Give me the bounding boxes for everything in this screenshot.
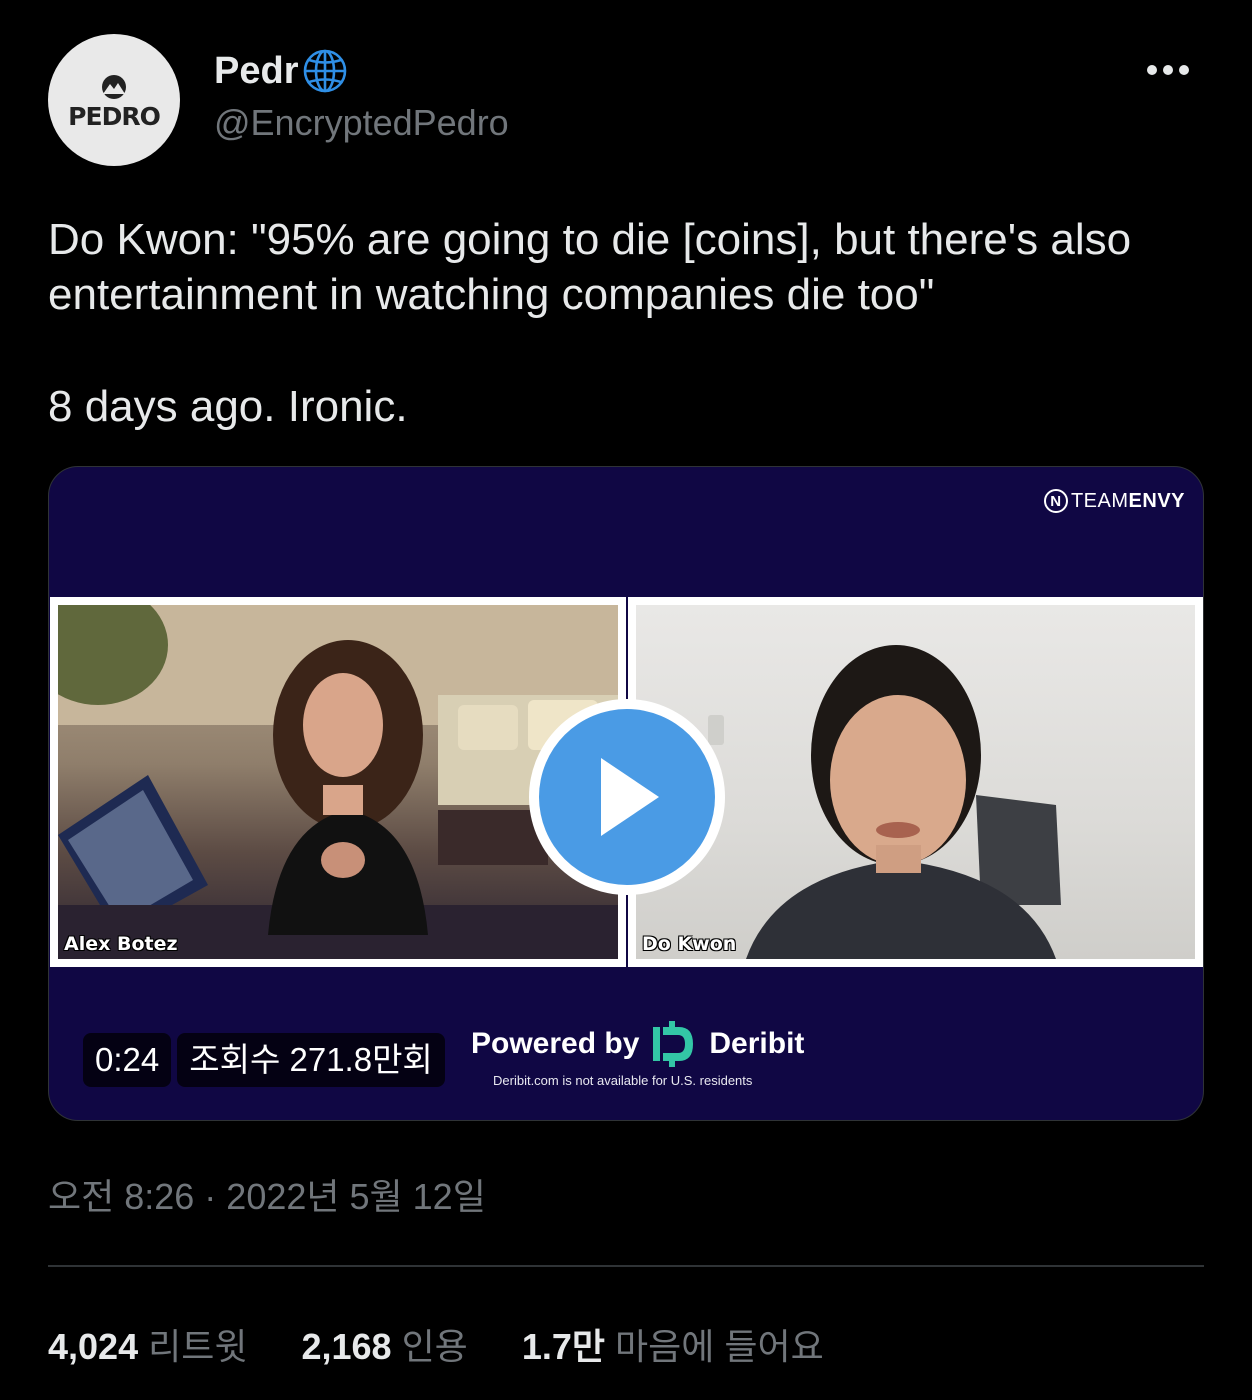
likes-stat[interactable]: 1.7만 마음에 들어요 bbox=[522, 1318, 824, 1370]
views-badge: 조회수 271.8만회 bbox=[177, 1033, 445, 1087]
likes-count: 1.7만 bbox=[521, 1326, 605, 1367]
tweet-text: Do Kwon: "95% are going to die [coins], … bbox=[48, 212, 1198, 434]
left-caption: Alex Botez bbox=[64, 933, 178, 955]
tweet-timestamp[interactable]: 오전 8:26 · 2022년 5월 12일 bbox=[48, 1168, 486, 1220]
mountain-logo-icon bbox=[102, 74, 126, 99]
video-badges: 0:24 조회수 271.8만회 bbox=[83, 1033, 445, 1087]
author-display-name[interactable]: Pedr bbox=[214, 50, 298, 93]
author-handle[interactable]: @EncryptedPedro bbox=[214, 102, 509, 144]
tweet-line-comment: 8 days ago. Ironic. bbox=[48, 382, 408, 431]
quotes-stat[interactable]: 2,168 인용 bbox=[301, 1318, 467, 1370]
engagement-stats: 4,024 리트윗 2,168 인용 1.7만 마음에 들어요 bbox=[48, 1318, 878, 1370]
globe-icon bbox=[304, 49, 347, 93]
team-envy-icon: N bbox=[1043, 489, 1068, 513]
duration-badge: 0:24 bbox=[83, 1033, 172, 1087]
avatar[interactable]: PEDRO bbox=[48, 34, 180, 166]
team-envy-logo: N TEAM ENVY bbox=[1043, 489, 1185, 513]
play-button-inner[interactable] bbox=[539, 709, 715, 885]
retweets-label: 리트윗 bbox=[148, 1326, 248, 1367]
team-logo-text-b: ENVY bbox=[1128, 489, 1185, 512]
quotes-count: 2,168 bbox=[301, 1326, 392, 1367]
more-options-icon[interactable] bbox=[1144, 62, 1192, 78]
play-icon bbox=[601, 758, 659, 836]
tweet-line-quote: Do Kwon: "95% are going to die [coins], … bbox=[48, 215, 1132, 319]
retweets-stat[interactable]: 4,024 리트윗 bbox=[48, 1318, 247, 1370]
retweets-count: 4,024 bbox=[48, 1326, 139, 1367]
deribit-icon bbox=[653, 1021, 694, 1067]
avatar-brand-text: PEDRO bbox=[68, 101, 161, 131]
sponsor-note: Deribit.com is not available for U.S. re… bbox=[493, 1073, 753, 1088]
divider bbox=[48, 1265, 1204, 1267]
sponsor-banner: Powered by Deribit Deribit.com is not av… bbox=[471, 1019, 804, 1088]
team-logo-text-a: TEAM bbox=[1070, 489, 1129, 512]
sponsor-name: Deribit bbox=[709, 1027, 805, 1060]
play-button[interactable] bbox=[529, 699, 725, 895]
right-caption: Do Kwon bbox=[642, 933, 737, 955]
likes-label: 마음에 들어요 bbox=[614, 1326, 824, 1367]
video-player[interactable]: N TEAM ENVY Alex Botez Do Kwon 0:24 조회수 … bbox=[48, 466, 1204, 1121]
quotes-label: 인용 bbox=[401, 1326, 468, 1367]
author-name-row[interactable]: Pedr bbox=[214, 46, 350, 96]
sponsor-prefix: Powered by bbox=[471, 1027, 640, 1060]
